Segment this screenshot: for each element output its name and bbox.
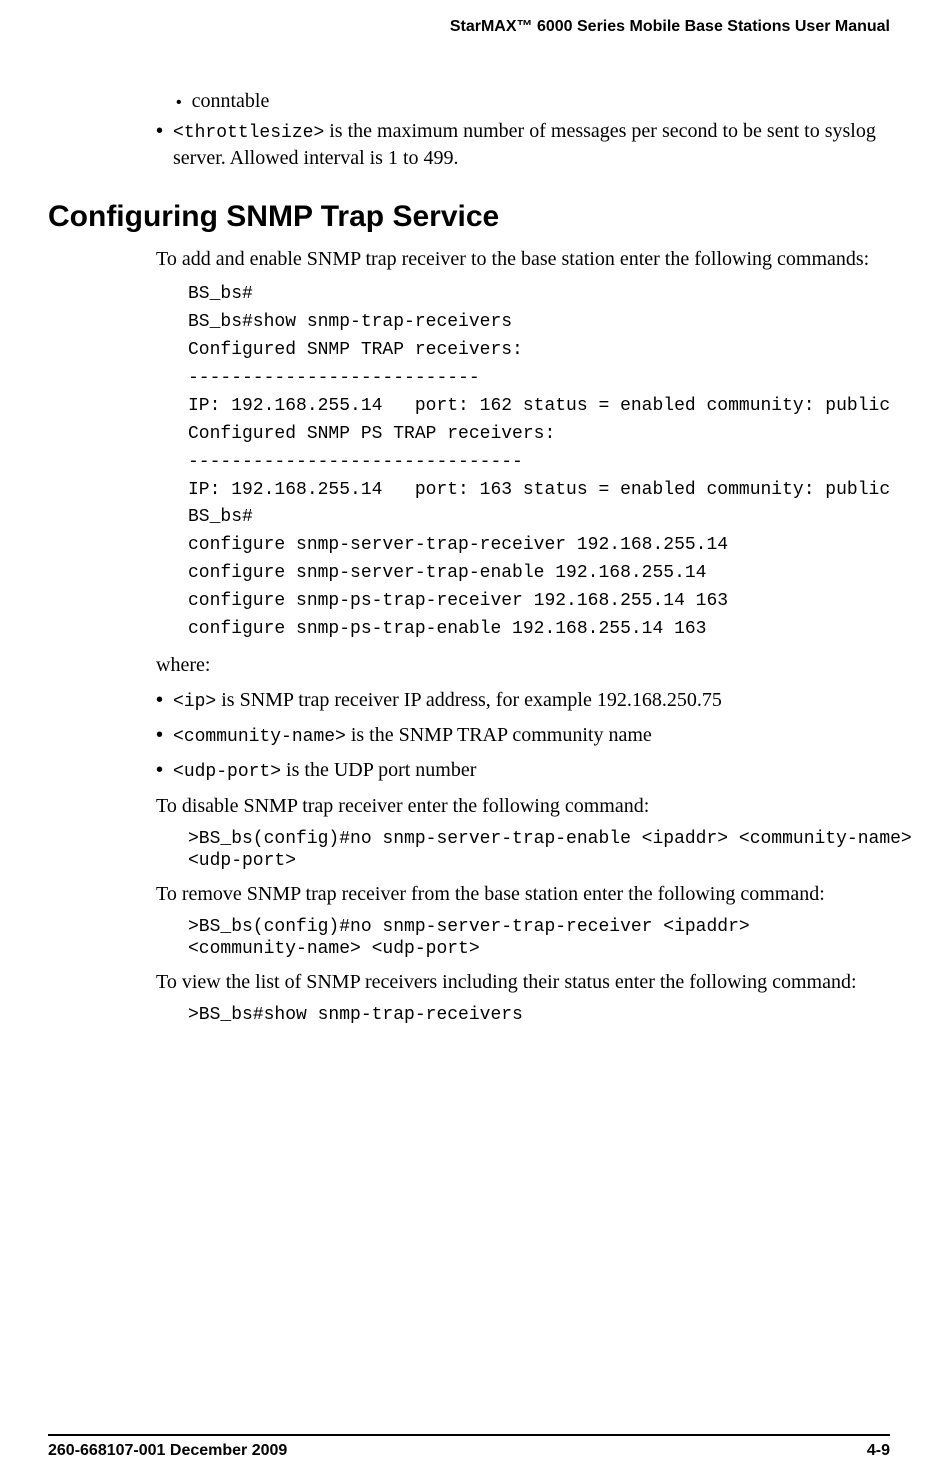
code-block-4: >BS_bs#show snmp-trap-receivers	[188, 1004, 890, 1027]
bullet-dot-icon: •	[156, 757, 163, 784]
where-label: where:	[156, 652, 890, 679]
bullet-content: <ip> is SNMP trap receiver IP address, f…	[173, 687, 722, 714]
bullet-text: conntable	[192, 90, 270, 112]
where-community-desc: is the SNMP TRAP community name	[346, 724, 652, 746]
where-item-ip: • <ip> is SNMP trap receiver IP address,…	[156, 687, 890, 714]
bullet-content: <throttlesize> is the maximum number of …	[173, 118, 890, 172]
bullet-conntable: • conntable	[176, 86, 890, 116]
bullet-dot-icon: •	[156, 687, 163, 714]
intro-para: To add and enable SNMP trap receiver to …	[156, 246, 890, 273]
where-item-udpport: • <udp-port> is the UDP port number	[156, 757, 890, 784]
bullet-content: <udp-port> is the UDP port number	[173, 757, 476, 784]
bullet-dot-icon: •	[156, 722, 163, 749]
where-ip-desc: is SNMP trap receiver IP address, for ex…	[216, 689, 722, 711]
bullet-throttlesize: • <throttlesize> is the maximum number o…	[156, 118, 890, 172]
bullet-dot-icon: •	[156, 118, 163, 172]
code-block-2: >BS_bs(config)#no snmp-server-trap-enabl…	[188, 828, 890, 873]
page-content: • conntable • <throttlesize> is the maxim…	[0, 46, 938, 1026]
bullet-dot-icon: •	[176, 94, 182, 111]
code-block-1: BS_bs# BS_bs#show snmp-trap-receivers Co…	[188, 281, 890, 644]
page-header: StarMAX™ 6000 Series Mobile Base Station…	[0, 0, 938, 46]
view-para: To view the list of SNMP receivers inclu…	[156, 969, 890, 996]
footer-left: 260-668107-001 December 2009	[48, 1442, 287, 1460]
code-block-3: >BS_bs(config)#no snmp-server-trap-recei…	[188, 916, 890, 961]
where-udpport-desc: is the UDP port number	[281, 759, 476, 781]
code-community: <community-name>	[173, 727, 346, 747]
code-ip: <ip>	[173, 692, 216, 712]
page-footer: 260-668107-001 December 2009 4-9	[48, 1434, 890, 1460]
section-heading: Configuring SNMP Trap Service	[48, 200, 890, 234]
code-udpport: <udp-port>	[173, 762, 281, 782]
code-throttlesize: <throttlesize>	[173, 123, 324, 143]
footer-right: 4-9	[867, 1442, 890, 1460]
where-item-community: • <community-name> is the SNMP TRAP comm…	[156, 722, 890, 749]
bullet-content: <community-name> is the SNMP TRAP commun…	[173, 722, 652, 749]
disable-para: To disable SNMP trap receiver enter the …	[156, 793, 890, 820]
remove-para: To remove SNMP trap receiver from the ba…	[156, 881, 890, 908]
